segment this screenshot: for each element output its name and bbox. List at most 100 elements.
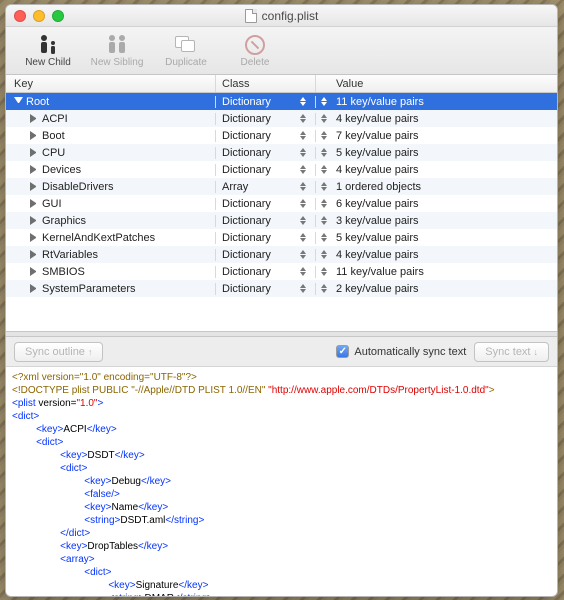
value-stepper-icon[interactable]	[321, 282, 331, 296]
value-stepper-icon[interactable]	[321, 146, 331, 160]
disclosure-triangle-icon[interactable]	[30, 182, 39, 191]
value-stepper-icon[interactable]	[321, 248, 331, 262]
disclosure-triangle-icon[interactable]	[30, 250, 39, 259]
disclosure-triangle-icon[interactable]	[30, 148, 39, 157]
tree-row[interactable]: RtVariables Dictionary 4 key/value pairs	[6, 246, 557, 263]
window-title-text: config.plist	[262, 9, 319, 23]
sync-outline-button: Sync outline↑	[14, 342, 103, 362]
tree-row[interactable]: GraphicsDictionary3 key/value pairs	[6, 212, 557, 229]
row-key: GUI	[42, 198, 62, 210]
row-value: 11 key/value pairs	[336, 266, 424, 278]
disclosure-triangle-icon[interactable]	[30, 165, 39, 174]
arrow-up-icon: ↑	[88, 347, 93, 357]
row-value: 7 key/value pairs	[336, 130, 419, 142]
class-stepper-icon[interactable]	[300, 146, 310, 160]
row-class: Dictionary	[222, 266, 271, 278]
value-stepper-icon[interactable]	[321, 180, 331, 194]
duplicate-icon	[175, 33, 197, 57]
row-class: Dictionary	[222, 198, 271, 210]
new-child-button[interactable]: New Child	[16, 28, 80, 74]
disclosure-triangle-icon[interactable]	[30, 131, 39, 140]
titlebar[interactable]: config.plist	[6, 5, 557, 27]
zoom-icon[interactable]	[52, 10, 64, 22]
row-value: 6 key/value pairs	[336, 198, 419, 210]
tree-row[interactable]: SystemParametersDictionary2 key/value pa…	[6, 280, 557, 297]
row-value: 4 key/value pairs	[336, 249, 419, 261]
row-class: Dictionary	[222, 164, 271, 176]
disclosure-triangle-icon[interactable]	[30, 267, 39, 276]
xml-source-pane[interactable]: <?xml version="1.0" encoding="UTF-8"?> <…	[6, 367, 557, 596]
tree-row[interactable]: RootDictionary11 key/value pairs	[6, 93, 557, 110]
column-class[interactable]: Class	[216, 75, 316, 92]
value-stepper-icon[interactable]	[321, 163, 331, 177]
value-stepper-icon[interactable]	[321, 265, 331, 279]
class-stepper-icon[interactable]	[300, 112, 310, 126]
row-value: 11 key/value pairs	[336, 96, 424, 108]
class-stepper-icon[interactable]	[300, 265, 310, 279]
new-sibling-icon	[105, 33, 129, 57]
sync-bar: Sync outline↑ ✓ Automatically sync text …	[6, 337, 557, 367]
class-stepper-icon[interactable]	[300, 197, 310, 211]
value-stepper-icon[interactable]	[321, 214, 331, 228]
value-stepper-icon[interactable]	[321, 95, 331, 109]
tree-row[interactable]: SMBIOSDictionary11 key/value pairs	[6, 263, 557, 280]
row-key: Devices	[42, 164, 81, 176]
row-key: KernelAndKextPatches	[42, 232, 155, 244]
row-class: Dictionary	[222, 113, 271, 125]
class-stepper-icon[interactable]	[300, 282, 310, 296]
disclosure-triangle-icon[interactable]	[30, 114, 39, 123]
row-value: 2 key/value pairs	[336, 283, 419, 295]
class-stepper-icon[interactable]	[300, 95, 310, 109]
tree-row[interactable]: DisableDriversArray1 ordered objects	[6, 178, 557, 195]
class-stepper-icon[interactable]	[300, 180, 310, 194]
column-key[interactable]: Key	[6, 75, 216, 92]
disclosure-triangle-icon[interactable]	[30, 199, 39, 208]
plist-tree[interactable]: RootDictionary11 key/value pairsACPIDict…	[6, 93, 557, 297]
window-title: config.plist	[6, 9, 557, 23]
tree-row[interactable]: GUI Dictionary 6 key/value pairs	[6, 195, 557, 212]
row-key: Boot	[42, 130, 65, 142]
row-value: 3 key/value pairs	[336, 215, 419, 227]
row-value: 4 key/value pairs	[336, 164, 419, 176]
row-value: 4 key/value pairs	[336, 113, 419, 125]
disclosure-triangle-icon[interactable]	[30, 233, 39, 242]
column-headers: Key Class Value	[6, 75, 557, 93]
tree-row[interactable]: KernelAndKextPatchesDictionary5 key/valu…	[6, 229, 557, 246]
value-stepper-icon[interactable]	[321, 231, 331, 245]
value-stepper-icon[interactable]	[321, 112, 331, 126]
delete-button: Delete	[223, 28, 287, 74]
class-stepper-icon[interactable]	[300, 248, 310, 262]
value-stepper-icon[interactable]	[321, 197, 331, 211]
class-stepper-icon[interactable]	[300, 129, 310, 143]
disclosure-triangle-icon[interactable]	[30, 216, 39, 225]
row-key: CPU	[42, 147, 65, 159]
auto-sync-checkbox[interactable]: ✓ Automatically sync text	[336, 345, 466, 358]
close-icon[interactable]	[14, 10, 26, 22]
new-sibling-label: New Sibling	[91, 57, 144, 68]
tree-row[interactable]: ACPIDictionary4 key/value pairs	[6, 110, 557, 127]
row-class: Dictionary	[222, 232, 271, 244]
arrow-down-icon: ↓	[534, 347, 539, 357]
row-value: 5 key/value pairs	[336, 147, 419, 159]
class-stepper-icon[interactable]	[300, 214, 310, 228]
column-value[interactable]: Value	[316, 75, 557, 92]
new-child-label: New Child	[25, 57, 71, 68]
class-stepper-icon[interactable]	[300, 231, 310, 245]
checkbox-icon: ✓	[336, 345, 349, 358]
row-key: RtVariables	[42, 249, 98, 261]
tree-row[interactable]: CPU Dictionary 5 key/value pairs	[6, 144, 557, 161]
row-class: Dictionary	[222, 130, 271, 142]
sync-text-button: Sync text↓	[474, 342, 549, 362]
row-value: 1 ordered objects	[336, 181, 421, 193]
class-stepper-icon[interactable]	[300, 163, 310, 177]
disclosure-triangle-icon[interactable]	[14, 97, 23, 106]
row-class: Dictionary	[222, 147, 271, 159]
duplicate-label: Duplicate	[165, 57, 207, 68]
tree-row[interactable]: Boot Dictionary 7 key/value pairs	[6, 127, 557, 144]
row-class: Dictionary	[222, 249, 271, 261]
value-stepper-icon[interactable]	[321, 129, 331, 143]
disclosure-triangle-icon[interactable]	[30, 284, 39, 293]
minimize-icon[interactable]	[33, 10, 45, 22]
toolbar: New Child New Sibling Duplicate Delete	[6, 27, 557, 75]
tree-row[interactable]: Devices Dictionary 4 key/value pairs	[6, 161, 557, 178]
